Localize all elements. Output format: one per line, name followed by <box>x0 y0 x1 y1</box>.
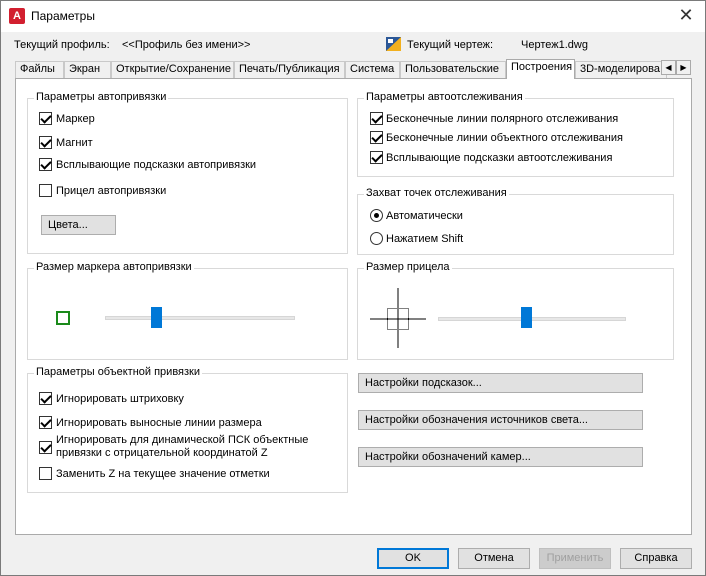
marker-label: Маркер <box>56 113 95 125</box>
autotrack-settings-title: Параметры автоотслеживания <box>364 91 525 103</box>
drawing-value: Чертеж1.dwg <box>521 39 588 51</box>
tab-scroll-left-icon[interactable]: ◀ <box>661 60 676 75</box>
autocad-app-icon: A <box>9 8 25 24</box>
profile-label: Текущий профиль: <box>14 39 110 51</box>
camera-glyph-settings-button[interactable]: Настройки обозначений камер... <box>358 447 643 467</box>
tab-panel-drafting: Параметры автопривязки Маркер Магнит Всп… <box>15 78 692 535</box>
automatic-radio[interactable] <box>370 209 383 222</box>
marker-size-title: Размер маркера автопривязки <box>34 261 194 273</box>
tab-user-preferences[interactable]: Пользовательские <box>400 61 506 78</box>
drawing-icon <box>386 37 401 51</box>
aperture-size-slider-thumb[interactable] <box>521 307 532 328</box>
options-dialog: A Параметры ✕ Текущий профиль: <<Профиль… <box>0 0 706 576</box>
ignore-negative-z-label-line1: Игнорировать для динамической ПСК объект… <box>56 434 309 446</box>
window-title: Параметры <box>31 9 95 23</box>
marker-preview-icon <box>56 311 70 325</box>
apply-button[interactable]: Применить <box>539 548 611 569</box>
close-icon[interactable]: ✕ <box>673 5 699 27</box>
autotrack-tooltips-checkbox[interactable] <box>370 151 383 164</box>
autosnap-tooltips-label: Всплывающие подсказки автопривязки <box>56 159 257 171</box>
light-glyph-settings-button[interactable]: Настройки обозначения источников света..… <box>358 410 643 430</box>
profile-value: <<Профиль без имени>> <box>122 39 251 51</box>
replace-z-label: Заменить Z на текущее значение отметки <box>56 468 270 480</box>
tab-files[interactable]: Файлы <box>15 61 64 78</box>
autosnap-tooltips-checkbox[interactable] <box>39 158 52 171</box>
aperture-box-checkbox[interactable] <box>39 184 52 197</box>
polar-tracking-label: Бесконечные линии полярного отслеживания <box>386 113 619 125</box>
cancel-button[interactable]: Отмена <box>458 548 530 569</box>
tab-plot-publish[interactable]: Печать/Публикация <box>234 61 345 78</box>
title-bar: A Параметры ✕ <box>1 1 705 32</box>
magnet-label: Магнит <box>56 137 93 149</box>
marker-checkbox[interactable] <box>39 112 52 125</box>
tab-scroll-right-icon[interactable]: ▶ <box>676 60 691 75</box>
ok-button[interactable]: OK <box>377 548 449 569</box>
replace-z-checkbox[interactable] <box>39 467 52 480</box>
aperture-box-label: Прицел автопривязки <box>56 185 167 197</box>
ignore-hatch-label: Игнорировать штриховку <box>56 393 184 405</box>
point-acquisition-group: Захват точек отслеживания Автоматически … <box>357 187 674 255</box>
aperture-size-slider-track[interactable] <box>438 317 626 321</box>
automatic-label: Автоматически <box>386 210 463 222</box>
tab-drafting[interactable]: Построения <box>506 59 575 79</box>
autotrack-tooltips-label: Всплывающие подсказки автоотслеживания <box>386 152 613 164</box>
aperture-preview-icon <box>370 288 426 348</box>
object-tracking-label: Бесконечные линии объектного отслеживани… <box>386 132 623 144</box>
marker-size-slider-track[interactable] <box>105 316 295 320</box>
colors-button[interactable]: Цвета... <box>41 215 116 235</box>
autotrack-settings-group: Параметры автоотслеживания Бесконечные л… <box>357 91 674 177</box>
object-tracking-checkbox[interactable] <box>370 131 383 144</box>
shift-to-acquire-label: Нажатием Shift <box>386 233 464 245</box>
tab-display[interactable]: Экран <box>64 61 111 78</box>
object-snap-options-title: Параметры объектной привязки <box>34 366 203 378</box>
help-button[interactable]: Справка <box>620 548 692 569</box>
aperture-size-title: Размер прицела <box>364 261 452 273</box>
drawing-label: Текущий чертеж: <box>407 39 494 51</box>
ignore-dimension-extension-label: Игнорировать выносные линии размера <box>56 417 262 429</box>
point-acquisition-title: Захват точек отслеживания <box>364 187 509 199</box>
marker-size-group: Размер маркера автопривязки <box>27 261 348 360</box>
tab-3d-modeling[interactable]: 3D-моделирова <box>575 61 667 78</box>
autosnap-settings-title: Параметры автопривязки <box>34 91 169 103</box>
marker-size-slider-thumb[interactable] <box>151 307 162 328</box>
ignore-hatch-checkbox[interactable] <box>39 392 52 405</box>
autosnap-settings-group: Параметры автопривязки Маркер Магнит Всп… <box>27 91 348 254</box>
tab-system[interactable]: Система <box>345 61 400 78</box>
tooltip-settings-button[interactable]: Настройки подсказок... <box>358 373 643 393</box>
ignore-negative-z-label-line2: привязки с отрицательной координатой Z <box>56 447 268 459</box>
tab-strip: Файлы Экран Открытие/Сохранение Печать/П… <box>15 59 691 79</box>
ignore-dimension-extension-checkbox[interactable] <box>39 416 52 429</box>
object-snap-options-group: Параметры объектной привязки Игнорироват… <box>27 366 348 493</box>
polar-tracking-checkbox[interactable] <box>370 112 383 125</box>
aperture-size-group: Размер прицела <box>357 261 674 360</box>
shift-to-acquire-radio[interactable] <box>370 232 383 245</box>
magnet-checkbox[interactable] <box>39 136 52 149</box>
ignore-negative-z-checkbox[interactable] <box>39 441 52 454</box>
tab-open-save[interactable]: Открытие/Сохранение <box>111 61 234 78</box>
